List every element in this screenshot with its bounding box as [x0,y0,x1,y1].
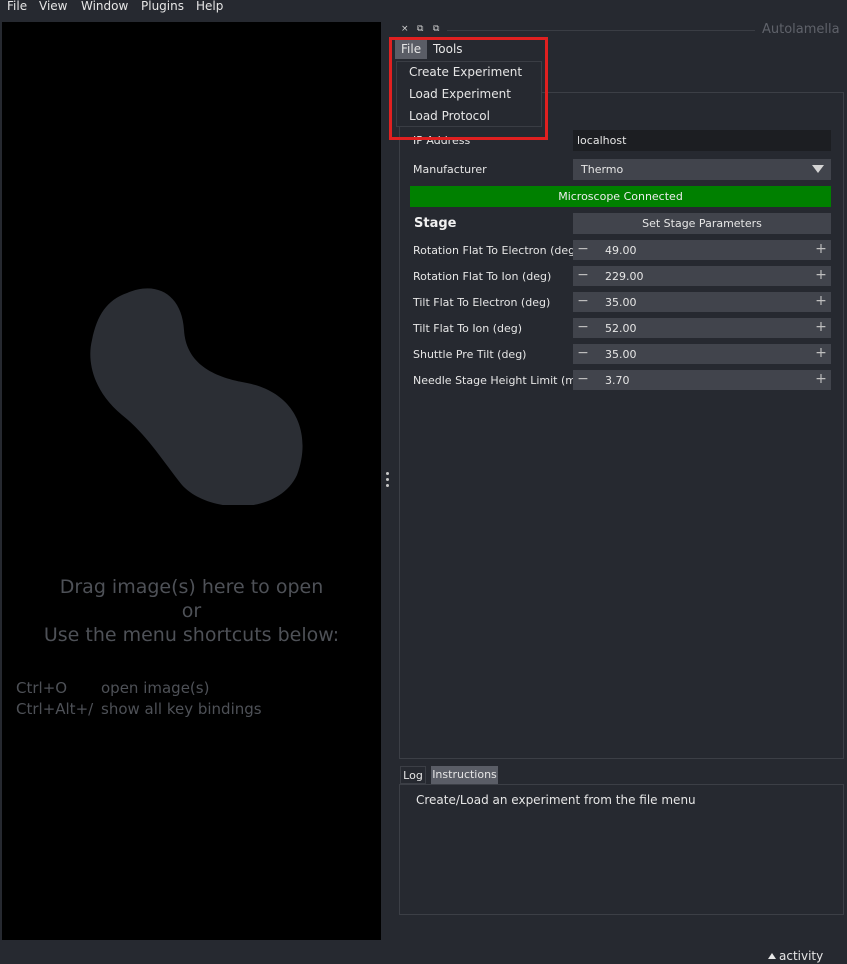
activity-label: activity [779,949,824,963]
menu-view[interactable]: View [39,0,67,13]
spinbox-value: 52.00 [605,322,637,335]
spinbox-tilt-electron[interactable]: − 35.00 + [573,292,831,312]
minus-icon[interactable]: − [573,240,593,260]
caret-up-icon [768,953,776,959]
manufacturer-value: Thermo [581,163,624,176]
minus-icon[interactable]: − [573,344,593,364]
param-label-tilt-ion: Tilt Flat To Ion (deg) [413,322,523,335]
spinbox-rotation-ion[interactable]: − 229.00 + [573,266,831,286]
minus-icon[interactable]: − [573,266,593,286]
dock-restore-icon[interactable]: ⧉ [433,24,439,34]
image-canvas[interactable]: Drag image(s) here to open or Use the me… [2,22,381,940]
param-label-rotation-ion: Rotation Flat To Ion (deg) [413,270,552,283]
highlight-annotation-box [389,37,548,140]
stage-section-title: Stage [414,216,457,231]
splitter-handle[interactable] [386,472,390,490]
menu-window[interactable]: Window [81,0,128,13]
shortcut-open-keys: Ctrl+O [16,679,68,697]
tab-instructions[interactable]: Instructions [431,766,498,784]
ip-address-input[interactable]: localhost [573,130,831,151]
spinbox-value: 229.00 [605,270,644,283]
plus-icon[interactable]: + [811,240,831,260]
main-menubar: File View Window Plugins Help [0,0,847,16]
spinbox-rotation-electron[interactable]: − 49.00 + [573,240,831,260]
minus-icon[interactable]: − [573,370,593,390]
plus-icon[interactable]: + [811,266,831,286]
menu-plugins[interactable]: Plugins [141,0,184,13]
plus-icon[interactable]: + [811,292,831,312]
menu-file[interactable]: File [7,0,27,13]
spinbox-tilt-ion[interactable]: − 52.00 + [573,318,831,338]
dock-title: Autolamella [762,22,840,37]
plus-icon[interactable]: + [811,344,831,364]
instructions-panel: Create/Load an experiment from the file … [399,784,844,915]
chevron-down-icon [812,165,824,173]
spinbox-value: 35.00 [605,348,637,361]
plus-icon[interactable]: + [811,370,831,390]
activity-toggle[interactable]: activity [768,949,823,963]
minus-icon[interactable]: − [573,292,593,312]
shortcut-keybindings-keys: Ctrl+Alt+/ [16,700,94,718]
manufacturer-label: Manufacturer [413,163,487,176]
spinbox-value: 35.00 [605,296,637,309]
plus-icon[interactable]: + [811,318,831,338]
spinbox-shuttle-pre-tilt[interactable]: − 35.00 + [573,344,831,364]
manufacturer-select[interactable]: Thermo [573,159,831,180]
menu-help[interactable]: Help [196,0,223,13]
spinbox-needle-height[interactable]: − 3.70 + [573,370,831,390]
dock-close-icon[interactable]: × [401,24,409,34]
dock-title-line [447,30,755,31]
instructions-text: Create/Load an experiment from the file … [416,793,696,807]
param-label-rotation-electron: Rotation Flat To Electron (deg) [413,244,580,257]
microscope-connected-status[interactable]: Microscope Connected [410,186,831,207]
set-stage-parameters-button[interactable]: Set Stage Parameters [573,213,831,234]
spinbox-value: 3.70 [605,374,630,387]
tab-log[interactable]: Log [400,766,426,784]
param-label-needle-height: Needle Stage Height Limit (mm) [413,374,591,387]
napari-logo-blob [90,288,303,505]
welcome-line-3: Use the menu shortcuts below: [43,624,340,646]
shortcut-open-desc: open image(s) [101,679,210,697]
minus-icon[interactable]: − [573,318,593,338]
welcome-line-2: or [181,600,202,622]
dock-float-icon[interactable]: ⧉ [417,24,423,34]
param-label-tilt-electron: Tilt Flat To Electron (deg) [413,296,551,309]
shortcut-keybindings-desc: show all key bindings [101,700,262,718]
param-label-shuttle-pre-tilt: Shuttle Pre Tilt (deg) [413,348,527,361]
welcome-line-1: Drag image(s) here to open [59,576,324,598]
spinbox-value: 49.00 [605,244,637,257]
